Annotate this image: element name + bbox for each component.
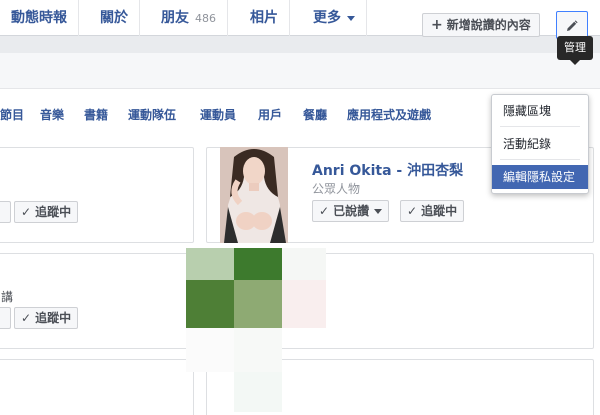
avatar-photo — [220, 147, 288, 243]
following-label: 追蹤中 — [35, 311, 72, 325]
tab-friends-label: 朋友 — [161, 10, 189, 26]
liked-dropdown-button[interactable] — [0, 201, 11, 223]
following-button[interactable]: ✓ 追蹤中 — [14, 201, 79, 223]
page-avatar[interactable] — [220, 147, 288, 243]
check-icon: ✓ — [21, 205, 32, 219]
censor-mosaic — [186, 248, 326, 412]
liked-page-card: 講 ✓ 追蹤中 — [0, 253, 194, 349]
following-label: 追蹤中 — [421, 204, 458, 218]
category-people[interactable]: 用戶 — [258, 106, 282, 123]
plus-icon: + — [431, 17, 443, 33]
tab-photos-label: 相片 — [250, 10, 278, 26]
chevron-down-icon — [347, 15, 355, 21]
page-name-link[interactable]: Anri Okita - 沖田杏梨 — [312, 160, 463, 180]
mosaic-tile — [186, 328, 234, 372]
tab-more-label: 更多 — [313, 10, 341, 26]
manage-menu: 隱藏區塊 活動紀錄 編輯隱私設定 — [491, 94, 589, 194]
manage-tooltip-label: 管理 — [564, 41, 586, 54]
category-restaurants[interactable]: 餐廳 — [303, 106, 327, 123]
manage-button[interactable] — [556, 11, 588, 39]
tab-photos[interactable]: 相片 — [239, 0, 290, 36]
tab-timeline[interactable]: 動態時報 — [0, 0, 79, 36]
category-sports-teams[interactable]: 運動隊伍 — [128, 106, 176, 123]
chevron-down-icon — [374, 209, 383, 214]
add-liked-content-label: 新增說讚的內容 — [446, 18, 531, 32]
liked-page-card — [0, 359, 194, 415]
category-athletes[interactable]: 運動員 — [200, 106, 236, 123]
check-icon: ✓ — [319, 204, 330, 218]
check-icon: ✓ — [21, 311, 32, 325]
tab-friends[interactable]: 朋友 486 — [150, 0, 228, 36]
tab-more[interactable]: 更多 — [302, 0, 367, 36]
mosaic-tile — [234, 280, 282, 328]
menu-item-label: 編輯隱私設定 — [503, 170, 576, 184]
liked-page-card: ✓ 追蹤中 — [0, 147, 194, 243]
menu-item-label: 隱藏區塊 — [503, 104, 552, 118]
mosaic-tile — [186, 248, 234, 280]
mosaic-tile — [282, 248, 326, 280]
page-category-fragment: 講 — [1, 290, 14, 304]
category-music[interactable]: 音樂 — [40, 106, 64, 123]
check-icon: ✓ — [407, 204, 418, 218]
pencil-icon — [567, 19, 578, 31]
category-apps-games[interactable]: 應用程式及遊戲 — [347, 106, 431, 123]
following-button[interactable]: ✓ 追蹤中 — [14, 307, 79, 329]
mosaic-tile — [186, 280, 234, 328]
following-button[interactable]: ✓ 追蹤中 — [400, 200, 465, 222]
menu-item-activity-log[interactable]: 活動紀錄 — [492, 132, 588, 156]
category-shows[interactable]: 節目 — [0, 106, 24, 123]
menu-item-edit-privacy[interactable]: 編輯隱私設定 — [492, 165, 588, 189]
mosaic-tile — [234, 372, 282, 412]
category-books[interactable]: 書籍 — [84, 106, 108, 123]
tab-about-label: 關於 — [100, 10, 128, 26]
menu-divider — [500, 159, 580, 160]
mosaic-tile — [234, 248, 282, 280]
add-liked-content-button[interactable]: + 新增說讚的內容 — [422, 13, 540, 37]
liked-button[interactable]: ✓ 已說讚 — [312, 200, 390, 222]
menu-item-label: 活動紀錄 — [503, 137, 552, 151]
page-category: 公眾人物 — [312, 182, 361, 196]
tab-timeline-label: 動態時報 — [11, 10, 67, 26]
liked-label: 已說讚 — [333, 204, 370, 218]
tab-about[interactable]: 關於 — [89, 0, 140, 36]
following-label: 追蹤中 — [35, 205, 72, 219]
liked-dropdown-button[interactable] — [0, 307, 11, 329]
friends-count: 486 — [195, 12, 216, 25]
mosaic-tile — [234, 328, 282, 372]
menu-divider — [500, 126, 580, 127]
menu-item-hide-section[interactable]: 隱藏區塊 — [492, 99, 588, 123]
likes-panel-header — [0, 53, 600, 89]
mosaic-tile — [282, 280, 326, 328]
manage-tooltip: 管理 — [557, 36, 593, 65]
